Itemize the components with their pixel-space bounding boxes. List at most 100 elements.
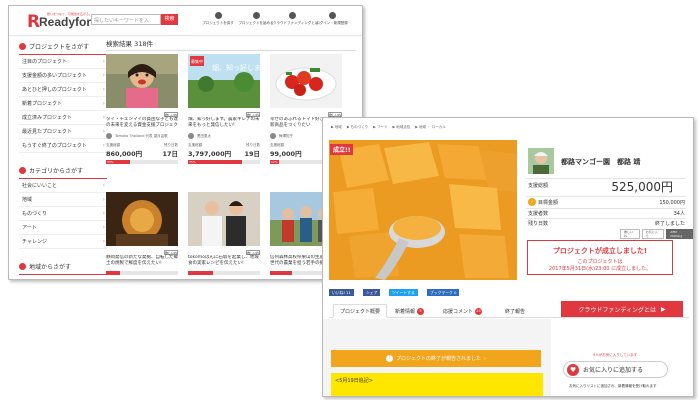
project-card[interactable]: 欲しいね 静岡発信の新たな発掘、自転した郷土の焼製で鮮度を伝えたい! <box>106 192 178 275</box>
about-crowdfunding-button[interactable]: クラウドファンディングとは ▶ <box>561 301 683 317</box>
project-card[interactable]: 欲しいね タイ・チェンマイの貧困な子ども達の未来を変える資金支援プロジェクト T… <box>106 54 178 164</box>
project-image-tomato[interactable] <box>270 54 342 108</box>
progress-fill <box>270 271 292 275</box>
sidebar-item-funded[interactable]: 成立済みプロジェクト › <box>19 111 107 125</box>
sidebar-item-challenge[interactable]: チャレンジ › <box>19 235 107 249</box>
circle-icon <box>19 263 26 270</box>
fav-buttons: 欲しいね お気に入り ATM Nothing <box>620 229 693 239</box>
progress-bar <box>188 271 260 275</box>
progress-bar: 75% <box>188 160 260 164</box>
nothing-button[interactable]: ATM Nothing <box>666 229 693 239</box>
owner-avatar[interactable] <box>528 148 554 174</box>
tag-link[interactable]: ▶ ものづくり <box>347 125 368 130</box>
goal-icon: ✓ <box>528 198 536 206</box>
svg-text:募集中: 募集中 <box>191 58 203 64</box>
nav-start-project[interactable]: プロジェクトを始める <box>237 12 275 26</box>
chevron-right-icon: › <box>102 86 105 93</box>
chevron-right-icon: › <box>484 355 486 362</box>
question-icon <box>288 12 296 19</box>
fav-button[interactable]: 欲しいね <box>246 250 260 255</box>
chevron-right-icon: › <box>102 72 105 79</box>
progress-fill <box>188 271 214 275</box>
project-detail-window: ▶ 地域 ▶ ものづくり ▶ フード ▶ 地域活性 ▶ 地域 ・ ローカル 成立… <box>322 117 694 397</box>
project-title[interactable]: 静岡発信の新たな発掘、自転した郷土の焼製で鮮度を伝えたい! <box>106 255 178 267</box>
avatar <box>188 133 194 139</box>
chevron-right-icon: › <box>102 182 105 189</box>
sidebar-item-local[interactable]: 地域 › <box>19 193 107 207</box>
tweet-button[interactable]: ツイートする <box>389 289 418 296</box>
sidebar: プロジェクトをさがす 注目のプロジェクト › 支援金額の多いプロジェクト › あとひ… <box>19 39 107 275</box>
nav-find-projects[interactable]: プロジェクトを探す <box>199 12 237 26</box>
sidebar-item-social[interactable]: 社会にいいこと › <box>19 179 107 193</box>
divider <box>526 208 686 209</box>
results-count: 検索結果 318件 <box>106 40 153 48</box>
svg-text:畑、知っ好します。: 畑、知っ好します。 <box>212 63 260 72</box>
facebook-share-button[interactable]: シェア <box>363 289 381 296</box>
search-input[interactable]: 探したいキーワードを入 <box>91 14 161 25</box>
tab-news[interactable]: 新着情報 5 <box>395 304 425 318</box>
nav-about-crowdfunding[interactable]: クラウドファンディングとは <box>273 12 318 26</box>
news-count-badge: 5 <box>417 307 425 315</box>
sidebar-item-featured[interactable]: 注目のプロジェクト › <box>19 55 107 69</box>
play-icon: ▶ <box>660 305 666 313</box>
tag-link[interactable]: ▶ フード <box>373 125 387 130</box>
project-title[interactable]: タイ・チェンマイの貧困な子ども達の未来を変える資金支援プロジェクト <box>106 117 178 129</box>
comment-count-badge: 24 <box>475 307 483 315</box>
divider <box>526 218 686 219</box>
project-card[interactable]: 欲しいね tokomoはんに石坂を起業し、地域食の実家レシピを伝えたい! <box>188 192 260 275</box>
chevron-right-icon: › <box>102 210 105 217</box>
sidebar-item-new[interactable]: 新着プロジェクト › <box>19 97 107 111</box>
bookmark-button[interactable]: ブックマーク 0 <box>427 289 460 296</box>
success-title: プロジェクトが成立しました! <box>552 247 648 255</box>
category-tags: ▶ 地域 ▶ ものづくり ▶ フード ▶ 地域活性 ▶ 地域 ・ ローカル <box>331 125 446 130</box>
tag-link[interactable]: ▶ 地域活性 <box>392 125 410 130</box>
project-image-girl[interactable] <box>106 54 178 108</box>
favorite-button[interactable]: お気に入り <box>641 229 665 239</box>
sidebar-item-art[interactable]: アート › <box>19 221 107 235</box>
facebook-like-button[interactable]: いいね! 11 <box>329 289 354 296</box>
sidebar-item-most-funded[interactable]: 支援金額の多いプロジェクト › <box>19 69 107 83</box>
progress-fill <box>188 160 242 164</box>
chevron-right-icon: › <box>102 196 105 203</box>
project-image-field[interactable]: 畑、知っ好します。 募集中 <box>188 54 260 108</box>
sidebar-item-almost-there[interactable]: あとひと押しのプロジェクト › <box>19 83 107 97</box>
owner-name[interactable]: 都路マンゴー園 都路 靖 <box>561 157 640 167</box>
chevron-right-icon: › <box>102 100 105 107</box>
divider <box>106 50 356 51</box>
project-main-image[interactable] <box>329 140 517 280</box>
nav-login[interactable]: ログイン・新規登録 <box>313 12 351 26</box>
owner-name: 梅澤知子 <box>279 133 293 138</box>
tab-final-report[interactable]: 終了報告 <box>505 304 525 318</box>
sidebar-item-recent[interactable]: 最近見たプロジェクト › <box>19 125 107 139</box>
progress-bar: 33% <box>106 160 178 164</box>
success-message-box: プロジェクトが成立しました! このプロジェクトは 2017年5月31日(水)23… <box>527 240 673 275</box>
project-title[interactable]: 畑、知っ好します。農家キレナの未来をもっと発信したい! <box>188 117 260 129</box>
search-icon <box>214 12 222 19</box>
progress-fill <box>106 271 121 275</box>
site-header: R Readyfor 想いをつなぐ、可能性を広げる。 探したいキーワードを入 検… <box>9 6 362 36</box>
fav-button[interactable]: 欲しいね <box>246 112 260 117</box>
final-report-button[interactable]: ! プロジェクトの終了が報告されました › <box>331 350 541 367</box>
supporters-count: 34人 <box>673 211 685 217</box>
fav-button[interactable]: 欲しいね <box>164 112 178 117</box>
tab-overview[interactable]: プロジェクト概要 <box>333 304 388 318</box>
divider <box>526 196 686 197</box>
search-button[interactable]: 検索 <box>161 14 178 25</box>
sidebar-item-ending-soon[interactable]: もうすぐ終了のプロジェクト › <box>19 139 107 153</box>
like-button[interactable]: 欲しいね <box>620 229 640 239</box>
readyfor-logo[interactable]: R Readyfor 想いをつなぐ、可能性を広げる。 <box>27 12 92 32</box>
search-results-window: R Readyfor 想いをつなぐ、可能性を広げる。 探したいキーワードを入 検… <box>8 5 363 280</box>
project-title[interactable]: tokomoはんに石坂を起業し、地域食の実家レシピを伝えたい! <box>188 255 260 267</box>
project-image-shrine[interactable] <box>106 192 178 246</box>
fav-button[interactable]: 欲しいね <box>164 250 178 255</box>
tag-link[interactable]: ▶ 地域 <box>331 125 342 130</box>
project-card[interactable]: 畑、知っ好します。 募集中 欲しいね 畑、知っ好します。農家キレナの未来をもっと発… <box>188 54 260 164</box>
tab-comments[interactable]: 応援コメント 24 <box>443 304 483 318</box>
sidebar-item-craft[interactable]: ものづくり › <box>19 207 107 221</box>
project-image-couple[interactable] <box>188 192 260 246</box>
funded-amount: 3,797,000円 <box>188 150 232 158</box>
rocket-icon <box>252 12 260 19</box>
remaining-label: 残り日数 <box>528 221 549 227</box>
tag-link[interactable]: ▶ 地域 ・ ローカル <box>415 125 446 130</box>
add-favorite-button[interactable]: ♥ お気に入りに追加する <box>563 361 668 378</box>
